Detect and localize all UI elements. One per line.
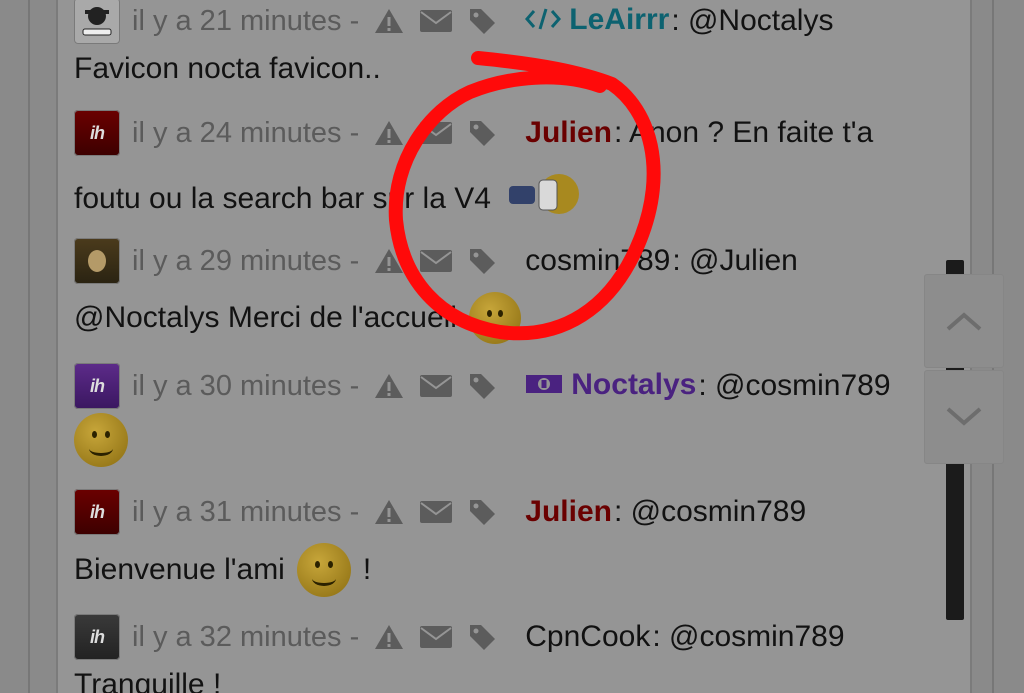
chevron-up-icon xyxy=(946,312,982,331)
message-username[interactable]: LeAirrr xyxy=(525,3,669,38)
emoji-image xyxy=(505,172,589,226)
message-text-inline: : @cosmin789 xyxy=(652,620,845,653)
warning-icon[interactable] xyxy=(373,247,405,275)
chat-message: il y a 29 minutes - cosmin789 : @Julien … xyxy=(74,236,954,344)
chevron-down-icon xyxy=(946,407,982,426)
warning-icon[interactable] xyxy=(373,372,405,400)
message-text: @Noctalys Merci de l'accueil xyxy=(74,301,457,334)
message-username[interactable]: CpnCook xyxy=(525,620,650,654)
envelope-icon[interactable] xyxy=(419,249,453,273)
avatar[interactable]: ih xyxy=(74,489,120,535)
scroll-up-button[interactable] xyxy=(924,274,1004,368)
message-text: Tranquille ! xyxy=(74,668,222,693)
message-text: foutu ou la search bar sur la V4 xyxy=(74,182,491,215)
chat-message: ih il y a 32 minutes - CpnCook : @cosmin… xyxy=(74,612,954,693)
message-time: il y a 29 minutes - xyxy=(132,244,360,277)
message-text-inline: : @Noctalys xyxy=(671,4,834,37)
tag-icon[interactable] xyxy=(467,497,497,527)
envelope-icon[interactable] xyxy=(419,9,453,33)
money-icon xyxy=(525,370,563,404)
code-icon xyxy=(525,5,562,39)
message-username[interactable]: Julien xyxy=(525,116,612,150)
message-username[interactable]: Noctalys xyxy=(525,368,696,403)
message-username[interactable]: Julien xyxy=(525,495,612,529)
tag-icon[interactable] xyxy=(467,246,497,276)
chat-message: ih il y a 24 minutes - Julien : Anon ? E… xyxy=(74,108,954,226)
tag-icon[interactable] xyxy=(467,371,497,401)
message-username[interactable]: cosmin789 xyxy=(525,244,670,278)
avatar[interactable] xyxy=(74,0,120,44)
smiley-icon xyxy=(296,543,351,597)
message-text: Favicon nocta favicon.. xyxy=(74,52,381,85)
warning-icon[interactable] xyxy=(373,7,405,35)
message-time: il y a 21 minutes - xyxy=(132,4,360,37)
tag-icon[interactable] xyxy=(467,622,497,652)
message-time: il y a 30 minutes - xyxy=(132,369,360,402)
tag-icon[interactable] xyxy=(467,118,497,148)
smiley-icon xyxy=(468,292,521,344)
chat-message: ih il y a 31 minutes - Julien : @cosmin7… xyxy=(74,487,954,597)
message-text-inline: : @cosmin789 xyxy=(698,369,891,402)
message-time: il y a 31 minutes - xyxy=(132,495,360,528)
envelope-icon[interactable] xyxy=(419,374,453,398)
message-text-inline: : Anon ? En faite t'a xyxy=(613,116,874,149)
chatbox-panel: il y a 21 minutes - LeAirrr : @Noctalys … xyxy=(56,0,972,693)
warning-icon[interactable] xyxy=(373,623,405,651)
message-text: Bienvenue l'ami xyxy=(74,553,285,586)
tag-icon[interactable] xyxy=(467,6,497,36)
message-text-inline: : @Julien xyxy=(672,244,798,277)
envelope-icon[interactable] xyxy=(419,500,453,524)
left-frame xyxy=(28,0,30,693)
avatar[interactable] xyxy=(74,238,120,284)
smiley-icon xyxy=(74,413,128,467)
message-time: il y a 32 minutes - xyxy=(132,620,360,653)
avatar[interactable]: ih xyxy=(74,363,120,409)
avatar[interactable]: ih xyxy=(74,110,120,156)
message-text-inline: : @cosmin789 xyxy=(613,495,807,528)
warning-icon[interactable] xyxy=(373,119,405,147)
message-text-suffix: ! xyxy=(362,553,372,586)
chat-message: ih il y a 30 minutes - Noctalys : @cosmi… xyxy=(74,361,954,467)
message-time: il y a 24 minutes - xyxy=(132,116,360,149)
scroll-down-button[interactable] xyxy=(924,370,1004,464)
chat-message: il y a 21 minutes - LeAirrr : @Noctalys … xyxy=(74,0,954,86)
warning-icon[interactable] xyxy=(373,498,405,526)
avatar[interactable]: ih xyxy=(74,614,120,660)
envelope-icon[interactable] xyxy=(419,121,453,145)
envelope-icon[interactable] xyxy=(419,625,453,649)
